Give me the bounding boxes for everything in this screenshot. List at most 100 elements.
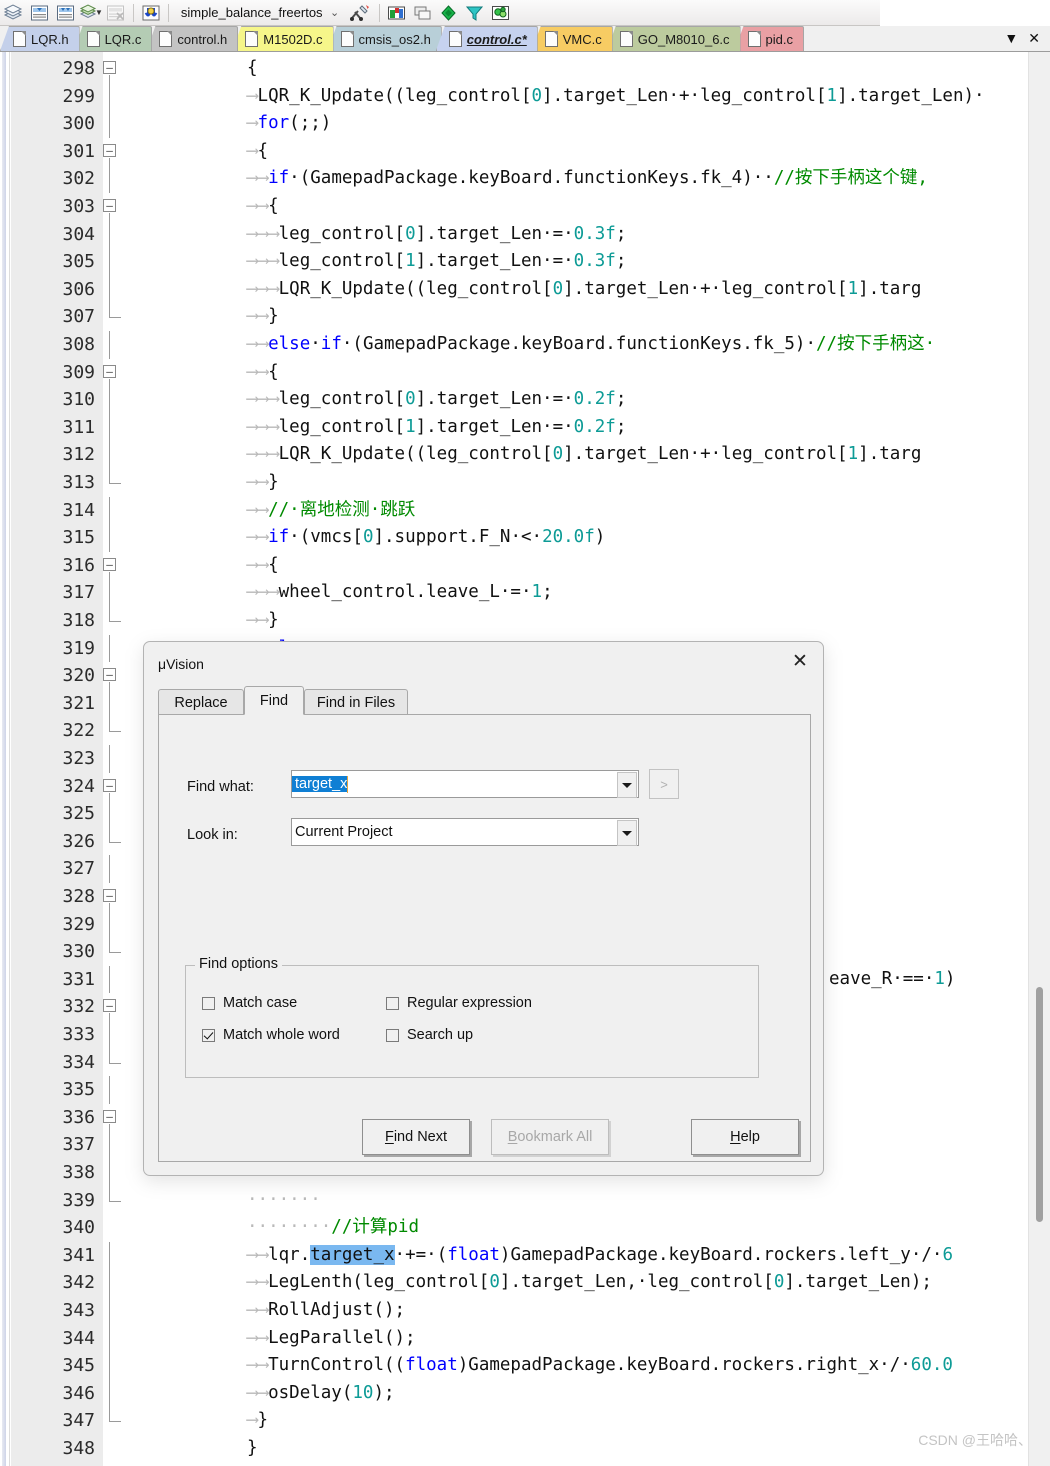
look-in-input[interactable]: Current Project xyxy=(291,818,639,846)
tab-find-in-files[interactable]: Find in Files xyxy=(304,689,408,715)
code-line[interactable]: ⟶⟶⟶leg_control[0].target_Len·=·0.3f; xyxy=(247,221,626,249)
code-line[interactable]: ⟶⟶lqr.target_x·+=·(float)GamepadPackage.… xyxy=(247,1242,953,1270)
code-line[interactable]: eave_R·==·1) xyxy=(829,966,955,994)
code-line[interactable]: ⟶⟶{ xyxy=(247,552,279,580)
code-line[interactable]: ⟶⟶⟶wheel_control.leave_L·=·1; xyxy=(247,579,553,607)
fold-marker-slot[interactable] xyxy=(103,1297,129,1325)
fold-marker-slot[interactable] xyxy=(103,634,129,663)
fold-marker-slot[interactable] xyxy=(103,1269,129,1297)
fold-marker-slot[interactable] xyxy=(103,1159,129,1187)
fold-marker-slot[interactable] xyxy=(103,331,129,359)
regular-expression-row[interactable]: Regular expression xyxy=(386,995,532,1011)
fold-marker-slot[interactable] xyxy=(103,413,129,442)
fold-marker-slot[interactable] xyxy=(103,1048,129,1077)
fold-marker-slot[interactable] xyxy=(103,1186,129,1215)
fold-marker-slot[interactable] xyxy=(103,689,129,718)
code-line[interactable]: ⟶⟶⟶leg_control[1].target_Len·=·0.2f; xyxy=(247,414,626,442)
manage-project-items-icon[interactable] xyxy=(384,1,410,25)
build-target-icon[interactable] xyxy=(0,1,26,25)
fold-marker-slot[interactable] xyxy=(103,524,129,552)
fold-marker-slot[interactable] xyxy=(103,800,129,828)
fold-collapse-icon[interactable]: – xyxy=(103,999,116,1013)
configuration-wizard-icon[interactable] xyxy=(488,1,514,25)
match-whole-word-checkbox[interactable] xyxy=(202,1028,215,1042)
fold-marker-slot[interactable] xyxy=(103,469,129,497)
code-line[interactable]: ⟶} xyxy=(247,1407,268,1435)
fold-marker-slot[interactable] xyxy=(103,910,129,939)
find-next-button[interactable]: Find Next xyxy=(362,1119,470,1155)
code-line[interactable]: ⟶for(;;) xyxy=(247,110,331,138)
fold-marker-slot[interactable] xyxy=(103,1214,129,1242)
editor-tab-pidc[interactable]: pid.c xyxy=(734,26,805,51)
editor-tab-m1502dc[interactable]: M1502D.c xyxy=(232,26,334,51)
code-line[interactable]: ⟶⟶{ xyxy=(247,193,279,221)
fold-marker-slot[interactable] xyxy=(103,717,129,745)
find-in-files-icon[interactable] xyxy=(138,1,164,25)
match-case-row[interactable]: Match case xyxy=(202,995,297,1011)
fold-collapse-icon[interactable]: – xyxy=(103,1109,116,1123)
fold-marker-slot[interactable] xyxy=(103,1241,129,1270)
fold-marker-slot[interactable] xyxy=(103,441,129,469)
editor-tab-controlh[interactable]: control.h xyxy=(146,26,239,51)
code-line[interactable]: ⟶⟶⟶leg_control[1].target_Len·=·0.3f; xyxy=(247,248,626,276)
close-tab-icon[interactable]: ✕ xyxy=(1028,31,1040,45)
debug-settings-icon[interactable] xyxy=(436,1,462,25)
fold-marker-slot[interactable] xyxy=(103,165,129,193)
code-line[interactable]: { xyxy=(247,55,258,83)
code-line[interactable]: ⟶⟶{ xyxy=(247,359,279,387)
editor-tab-lqrc[interactable]: LQR.c xyxy=(73,26,153,51)
fold-marker-slot[interactable]: – xyxy=(103,662,129,690)
code-line[interactable]: ⟶⟶//·离地检测·跳跃 xyxy=(247,497,415,525)
match-whole-word-row[interactable]: Match whole word xyxy=(202,1027,340,1043)
fold-marker-slot[interactable] xyxy=(103,1379,129,1408)
fold-marker-slot[interactable] xyxy=(103,496,129,525)
fold-collapse-icon[interactable]: – xyxy=(103,778,116,792)
fold-marker-slot[interactable]: – xyxy=(103,55,129,83)
find-dialog[interactable]: μVision ✕ Replace Find Find in Files Fin… xyxy=(143,641,824,1176)
code-line[interactable]: ⟶⟶else·if·(GamepadPackage.keyBoard.funct… xyxy=(247,331,935,359)
fold-marker-slot[interactable] xyxy=(103,1131,129,1159)
fold-marker-slot[interactable] xyxy=(103,745,129,773)
editor-tab-lqrh[interactable]: LQR.h xyxy=(0,26,80,51)
tab-list-dropdown-icon[interactable]: ▼ xyxy=(1004,31,1018,45)
fold-marker-slot[interactable]: – xyxy=(103,773,129,801)
fold-marker-slot[interactable] xyxy=(103,1435,129,1463)
fold-marker-slot[interactable]: – xyxy=(103,359,129,387)
code-line[interactable]: ······· xyxy=(247,1187,321,1215)
code-line[interactable]: ⟶⟶} xyxy=(247,607,279,635)
fold-marker-slot[interactable]: – xyxy=(103,993,129,1021)
expand-find-button[interactable]: > xyxy=(649,769,679,799)
fold-marker-slot[interactable] xyxy=(103,1076,129,1104)
code-line[interactable]: ⟶⟶} xyxy=(247,303,279,331)
vertical-scrollbar-thumb[interactable] xyxy=(1036,987,1043,1222)
fold-marker-slot[interactable]: – xyxy=(103,193,129,221)
fold-marker-slot[interactable] xyxy=(103,965,129,994)
fold-marker-slot[interactable] xyxy=(103,855,129,883)
fold-marker-slot[interactable] xyxy=(103,386,129,414)
editor-tab-go_m8010_6c[interactable]: GO_M8010_6.c xyxy=(606,26,741,51)
fold-collapse-icon[interactable]: – xyxy=(103,668,116,682)
fold-marker-slot[interactable] xyxy=(103,303,129,331)
code-line[interactable]: ⟶⟶osDelay(10); xyxy=(247,1380,395,1408)
fold-marker-slot[interactable] xyxy=(103,110,129,138)
bookmark-all-button[interactable]: Bookmark All xyxy=(491,1119,609,1155)
fold-marker-slot[interactable] xyxy=(103,275,129,304)
look-in-dropdown-button[interactable] xyxy=(617,820,637,846)
code-line[interactable]: ⟶⟶RollAdjust(); xyxy=(247,1297,405,1325)
code-folding-column[interactable]: – – – – – – – – – – xyxy=(103,52,129,1466)
regular-expression-checkbox[interactable] xyxy=(386,996,399,1010)
help-button[interactable]: Help xyxy=(691,1119,799,1155)
code-line[interactable]: ⟶LQR_K_Update((leg_control[0].target_Len… xyxy=(247,83,985,111)
editor-tab-controlc[interactable]: control.c* xyxy=(435,26,538,51)
fold-collapse-icon[interactable]: – xyxy=(103,557,116,571)
code-line[interactable]: ⟶⟶TurnControl((float)GamepadPackage.keyB… xyxy=(247,1352,953,1380)
fold-marker-slot[interactable]: – xyxy=(103,1104,129,1132)
close-icon[interactable]: ✕ xyxy=(777,642,823,680)
insert-bookmark-icon[interactable] xyxy=(26,1,52,25)
fold-marker-slot[interactable]: – xyxy=(103,552,129,580)
tab-replace[interactable]: Replace xyxy=(158,689,244,715)
fold-marker-slot[interactable] xyxy=(103,220,129,249)
code-line[interactable]: ⟶⟶} xyxy=(247,469,279,497)
fold-collapse-icon[interactable]: – xyxy=(103,143,116,157)
manage-windows-icon[interactable] xyxy=(410,1,436,25)
